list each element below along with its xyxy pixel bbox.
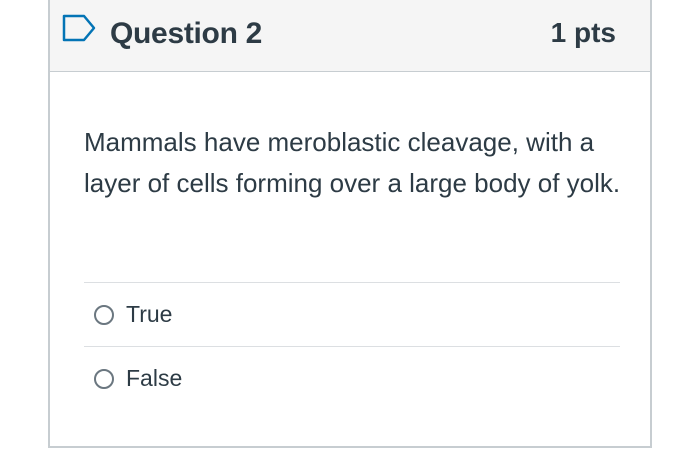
question-header: Question 2 1 pts [50,0,650,72]
radio-button-true[interactable] [94,304,114,325]
answer-option-false[interactable]: False [84,346,620,410]
answer-label-true: True [126,301,173,327]
answer-list: True False [84,282,620,410]
question-card: Question 2 1 pts Mammals have meroblasti… [48,0,652,448]
bookmark-flag-icon[interactable] [62,14,96,42]
answer-label-false: False [126,365,183,391]
radio-button-false[interactable] [94,368,114,389]
question-text: Mammals have meroblastic cleavage, with … [84,127,621,198]
answer-option-true[interactable]: True [84,282,620,346]
question-title: Question 2 [110,17,263,50]
question-points: 1 pts [550,17,616,48]
